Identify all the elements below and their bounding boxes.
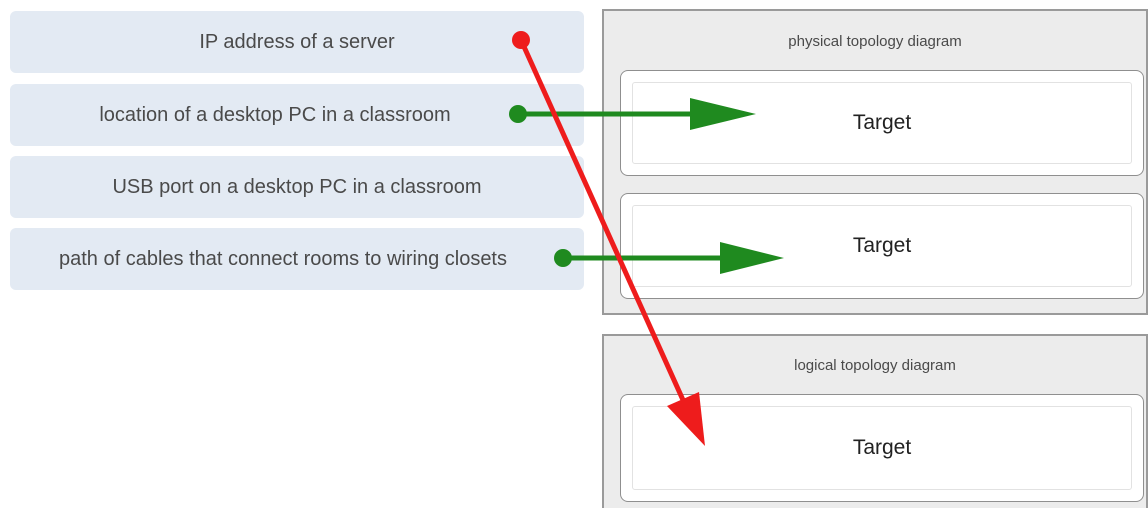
drop-target[interactable]: Target	[620, 70, 1144, 176]
draggable-item-ip-address[interactable]: IP address of a server	[10, 11, 584, 73]
draggable-item-usb-port[interactable]: USB port on a desktop PC in a classroom	[10, 156, 584, 218]
item-label: USB port on a desktop PC in a classroom	[112, 175, 482, 198]
group-title: physical topology diagram	[788, 33, 962, 50]
group-title: logical topology diagram	[794, 357, 956, 374]
drop-target[interactable]: Target	[620, 193, 1144, 299]
draggable-item-pc-location[interactable]: location of a desktop PC in a classroom	[10, 84, 584, 146]
target-label: Target	[632, 205, 1132, 287]
physical-topology-group: physical topology diagram Target Target	[602, 9, 1148, 315]
target-label: Target	[632, 82, 1132, 164]
target-label: Target	[632, 406, 1132, 490]
drop-target[interactable]: Target	[620, 394, 1144, 502]
item-label: IP address of a server	[199, 30, 395, 53]
logical-topology-group: logical topology diagram Target	[602, 334, 1148, 508]
draggable-item-cable-path[interactable]: path of cables that connect rooms to wir…	[10, 228, 584, 290]
item-label: location of a desktop PC in a classroom	[99, 103, 451, 126]
item-label: path of cables that connect rooms to wir…	[58, 247, 507, 270]
